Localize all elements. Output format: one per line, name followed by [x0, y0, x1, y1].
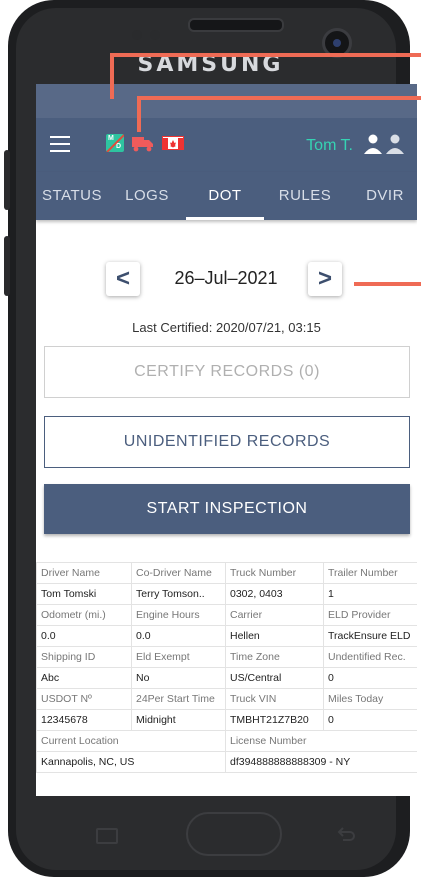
value-cell: TMBHT21Z7B20 — [225, 709, 324, 731]
malfunction-diagnostic-icon[interactable]: MD — [106, 134, 124, 152]
table-row: USDOT Nº 24Per Start Time Truck VIN Mile… — [36, 688, 417, 710]
tab-bar: STATUS LOGS DOT RULES DVIR — [36, 172, 417, 220]
value-cell: 0 — [323, 667, 417, 689]
app-screen: MD Tom T. STATUS LOGS DOT RULES DVIR < 2… — [36, 84, 417, 796]
volume-button — [4, 150, 10, 210]
table-row: Odometr (mi.) Engine Hours Carrier ELD P… — [36, 604, 417, 626]
truck-icon[interactable] — [132, 136, 154, 152]
previous-day-button[interactable]: < — [106, 262, 140, 296]
callout-line-truck — [137, 96, 421, 100]
label-cell: Truck Number — [225, 562, 324, 584]
label-cell: ELD Provider — [323, 604, 417, 626]
value-cell: Hellen — [225, 625, 324, 647]
value-cell: Abc — [36, 667, 132, 689]
value-cell: 12345678 — [36, 709, 132, 731]
value-cell: Kannapolis, NC, US — [36, 751, 226, 773]
value-cell: df394888888888309 - NY — [225, 751, 417, 773]
label-cell: USDOT Nº — [36, 688, 132, 710]
unidentified-records-button[interactable]: UNIDENTIFIED RECORDS — [44, 416, 410, 468]
tab-dot[interactable]: DOT — [186, 172, 264, 220]
label-cell: Odometr (mi.) — [36, 604, 132, 626]
label-cell: 24Per Start Time — [131, 688, 226, 710]
table-row: Driver Name Co-Driver Name Truck Number … — [36, 562, 417, 584]
app-header: MD Tom T. — [36, 118, 417, 172]
driver-info-table: Driver Name Co-Driver Name Truck Number … — [36, 562, 417, 773]
table-row: Abc No US/Central 0 — [36, 667, 417, 689]
label-cell: Truck VIN — [225, 688, 324, 710]
callout-line-truck — [137, 96, 141, 132]
back-key-icon[interactable] — [336, 826, 356, 844]
label-cell: Current Location — [36, 730, 226, 752]
callout-line-md — [110, 53, 114, 99]
table-row: 12345678 Midnight TMBHT21Z7B20 0 — [36, 709, 417, 731]
value-cell: Midnight — [131, 709, 226, 731]
label-cell: Time Zone — [225, 646, 324, 668]
value-cell: TrackEnsure ELD — [323, 625, 417, 647]
power-button — [4, 236, 10, 296]
status-bar — [36, 84, 417, 118]
value-cell: Terry Tomson.. — [131, 583, 226, 605]
value-cell: No — [131, 667, 226, 689]
recent-apps-key[interactable] — [96, 828, 118, 844]
co-driver-switch-icon[interactable] — [361, 132, 407, 156]
label-cell: Undentified Rec. — [323, 646, 417, 668]
earpiece-speaker — [188, 18, 284, 32]
sensor-dot — [132, 30, 142, 40]
hamburger-menu-icon[interactable] — [50, 136, 70, 152]
callout-line-next-day — [354, 282, 421, 286]
tab-status[interactable]: STATUS — [36, 172, 108, 220]
sensor-dot — [150, 30, 160, 40]
user-name[interactable]: Tom T. — [306, 137, 353, 155]
start-inspection-button[interactable]: START INSPECTION — [44, 484, 410, 534]
callout-line-md — [110, 53, 421, 57]
table-row: Current Location License Number — [36, 730, 417, 752]
table-row: Kannapolis, NC, US df394888888888309 - N… — [36, 751, 417, 773]
next-day-button[interactable]: > — [308, 262, 342, 296]
value-cell: 0.0 — [131, 625, 226, 647]
tab-rules[interactable]: RULES — [268, 172, 342, 220]
last-certified-text: Last Certified: 2020/07/21, 03:15 — [132, 320, 321, 335]
label-cell: Engine Hours — [131, 604, 226, 626]
label-cell: Eld Exempt — [131, 646, 226, 668]
table-row: Shipping ID Eld Exempt Time Zone Undenti… — [36, 646, 417, 668]
table-row: Tom Tomski Terry Tomson.. 0302, 0403 1 — [36, 583, 417, 605]
table-row: 0.0 0.0 Hellen TrackEnsure ELD — [36, 625, 417, 647]
label-cell: Carrier — [225, 604, 324, 626]
value-cell: 0 — [323, 709, 417, 731]
label-cell: Trailer Number — [323, 562, 417, 584]
label-cell: Co-Driver Name — [131, 562, 226, 584]
date-navigator: < 26–Jul–2021 > — [106, 262, 346, 296]
tab-logs[interactable]: LOGS — [116, 172, 178, 220]
certify-records-button[interactable]: CERTIFY RECORDS (0) — [44, 346, 410, 398]
value-cell: US/Central — [225, 667, 324, 689]
tab-dvir[interactable]: DVIR — [354, 172, 416, 220]
home-button[interactable] — [186, 812, 282, 856]
label-cell: Shipping ID — [36, 646, 132, 668]
value-cell: 0302, 0403 — [225, 583, 324, 605]
value-cell: Tom Tomski — [36, 583, 132, 605]
value-cell: 0.0 — [36, 625, 132, 647]
canada-flag-icon[interactable] — [162, 136, 184, 150]
value-cell: 1 — [323, 583, 417, 605]
label-cell: Driver Name — [36, 562, 132, 584]
label-cell: Miles Today — [323, 688, 417, 710]
label-cell: License Number — [225, 730, 417, 752]
current-date: 26–Jul–2021 — [174, 268, 278, 288]
